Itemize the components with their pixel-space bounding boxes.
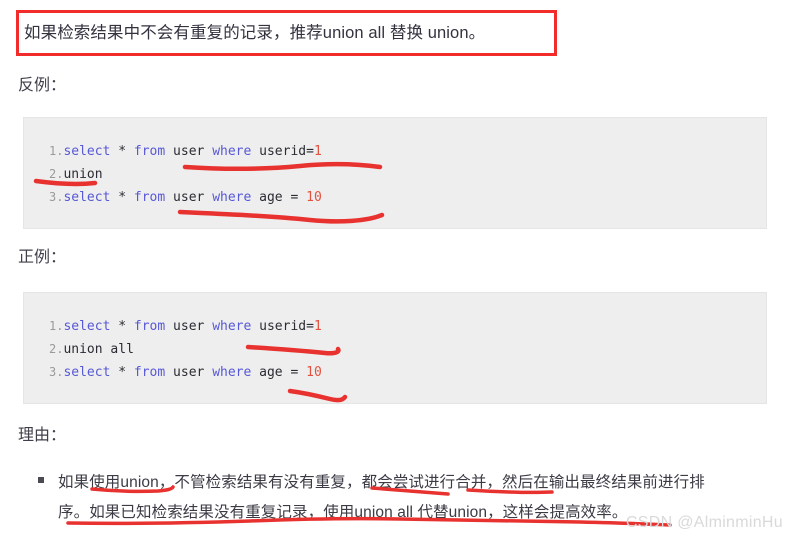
- code-token-operator: *: [110, 319, 134, 334]
- code-token-operator: *: [110, 144, 134, 159]
- code-token-keyword: from: [133, 365, 166, 380]
- code-line-number: 1.: [49, 144, 64, 158]
- code-token-identifier: age =: [251, 365, 307, 380]
- good-example-code-block[interactable]: 1.select * from user where userid=1 2.uni…: [23, 292, 767, 404]
- code-token-operator: *: [110, 365, 134, 380]
- code-token-keyword: from: [133, 144, 166, 159]
- code-token-identifier: user: [165, 190, 213, 205]
- code-token-keyword: where: [212, 190, 252, 205]
- good-example-label: 正例：: [18, 249, 67, 266]
- code-token-identifier: age =: [251, 190, 307, 205]
- code-token-keyword: select: [63, 365, 111, 380]
- code-token-keyword: select: [63, 190, 111, 205]
- code-token-number: 1: [313, 144, 322, 159]
- code-token-identifier: user: [165, 319, 213, 334]
- code-token-identifier: user: [165, 365, 213, 380]
- code-token-identifier: userid=: [251, 144, 314, 159]
- code-token-identifier: union: [63, 167, 103, 182]
- code-token-number: 10: [306, 365, 322, 380]
- code-line: 3.select * from user where age = 10: [24, 186, 766, 209]
- code-token-keyword: where: [212, 144, 252, 159]
- highlighted-callout-box: 如果检索结果中不会有重复的记录，推荐union all 替换 union。: [16, 10, 557, 56]
- reason-text-line1: 如果使用union，不管检索结果有没有重复，都会尝试进行合并，然后在输出最终结果…: [58, 474, 705, 491]
- bad-example-code-block[interactable]: 1.select * from user where userid=1 2.uni…: [23, 117, 767, 229]
- code-token-identifier: userid=: [251, 319, 314, 334]
- code-line-number: 2.: [49, 167, 64, 181]
- code-line-number: 2.: [49, 342, 64, 356]
- code-token-keyword: from: [133, 190, 166, 205]
- code-token-keyword: from: [133, 319, 166, 334]
- code-token-identifier: user: [165, 144, 213, 159]
- code-token-keyword: where: [212, 319, 252, 334]
- code-line: 1.select * from user where userid=1: [24, 315, 766, 338]
- code-token-number: 10: [306, 190, 322, 205]
- code-token-keyword: select: [63, 144, 111, 159]
- reason-label: 理由：: [18, 427, 67, 444]
- csdn-watermark: CSDN @AlminminHu: [625, 514, 783, 531]
- code-line: 3.select * from user where age = 10: [24, 361, 766, 384]
- code-token-keyword: select: [63, 319, 111, 334]
- red-annotation-strokes: [33, 161, 672, 527]
- code-line-number: 3.: [49, 365, 64, 379]
- code-token-identifier: union all: [63, 342, 134, 357]
- code-token-operator: *: [110, 190, 134, 205]
- code-line: 2.union: [24, 163, 766, 186]
- callout-text: 如果检索结果中不会有重复的记录，推荐union all 替换 union。: [24, 24, 486, 42]
- code-token-keyword: where: [212, 365, 252, 380]
- code-line: 1.select * from user where userid=1: [24, 140, 766, 163]
- code-line: 2.union all: [24, 338, 766, 361]
- code-token-number: 1: [313, 319, 322, 334]
- bullet-square-icon: [38, 477, 44, 483]
- code-line-number: 1.: [49, 319, 64, 333]
- bad-example-label: 反例：: [18, 77, 67, 94]
- code-line-number: 3.: [49, 190, 64, 204]
